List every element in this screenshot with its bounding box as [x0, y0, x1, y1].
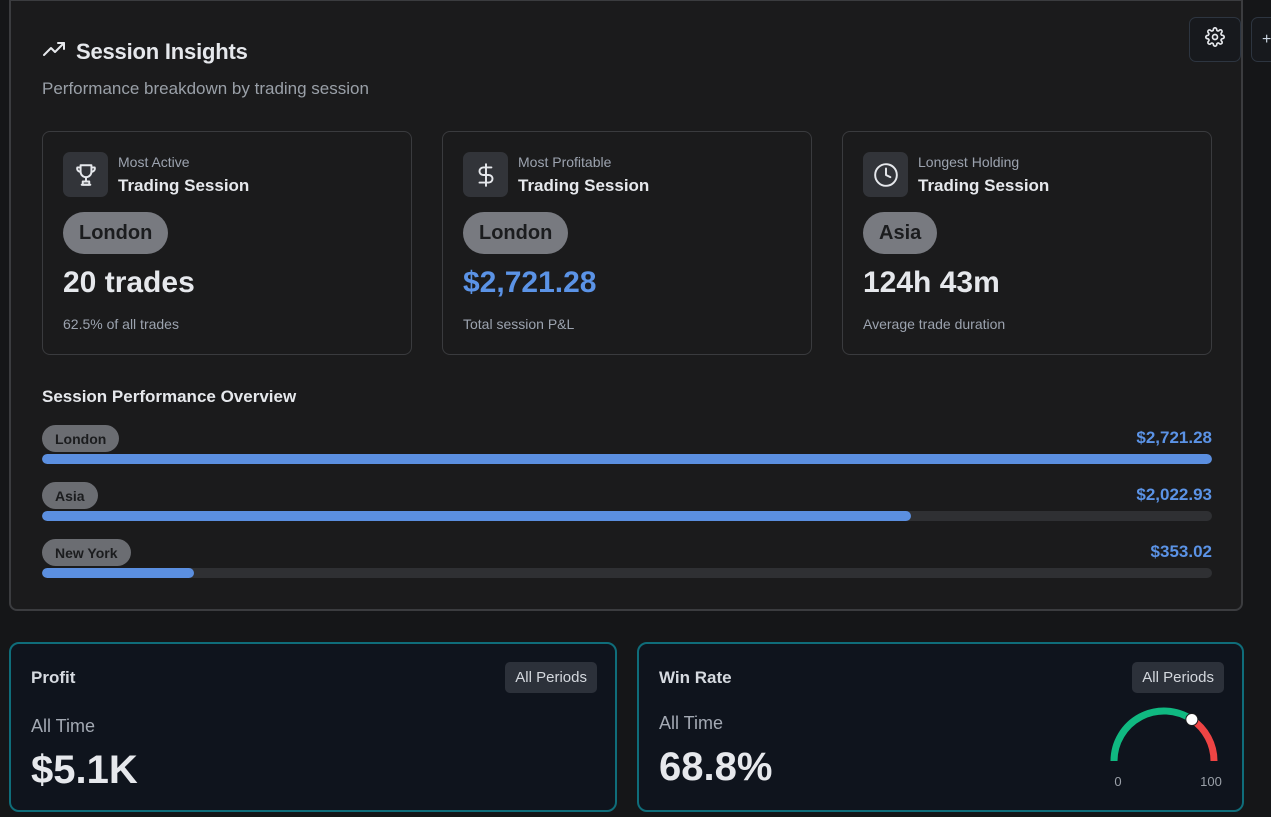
page-subtitle: Performance breakdown by trading session	[42, 79, 369, 98]
session-bar-track	[42, 454, 1212, 464]
profit-card: Profit All Periods All Time $5.1K	[9, 642, 617, 812]
session-badge: London	[63, 212, 169, 254]
clock-icon	[863, 152, 908, 197]
card-note: Average trade duration	[863, 316, 1006, 332]
trade-count-value: 20 trades	[63, 266, 195, 299]
gauge-min-label: 0	[1114, 774, 1121, 789]
longest-holding-card: Longest Holding Trading Session Asia 124…	[842, 131, 1212, 355]
panel-header: Session Insights	[42, 37, 248, 66]
card-kicker: Longest Holding	[918, 154, 1020, 170]
gear-icon	[1205, 27, 1225, 52]
session-bar-fill	[42, 454, 1212, 464]
gauge-win-arc	[1110, 707, 1194, 762]
card-kicker: Most Profitable	[518, 154, 612, 170]
session-pnl-value: $2,721.28	[463, 266, 597, 299]
page-title: Session Insights	[76, 38, 248, 64]
overview-title: Session Performance Overview	[42, 387, 297, 406]
session-label: London	[42, 425, 120, 452]
card-note: 62.5% of all trades	[63, 316, 179, 332]
session-amount: $353.02	[1150, 542, 1212, 561]
session-amount: $2,022.93	[1136, 485, 1212, 504]
trophy-icon	[63, 152, 108, 197]
session-bar-row: London $2,721.28	[42, 425, 1212, 475]
card-heading: Trading Session	[918, 176, 1050, 195]
settings-button[interactable]	[1189, 17, 1241, 62]
card-note: Total session P&L	[463, 316, 575, 332]
duration-value: 124h 43m	[863, 266, 1000, 299]
session-bar-track	[42, 511, 1212, 521]
session-bar-row: Asia $2,022.93	[42, 482, 1212, 532]
most-active-card: Most Active Trading Session London 20 tr…	[42, 131, 412, 355]
session-bar-fill	[42, 511, 912, 521]
gauge-marker	[1185, 712, 1199, 726]
gauge-max-label: 100	[1200, 774, 1222, 789]
session-bar-fill	[42, 568, 195, 578]
card-kicker: Most Active	[118, 154, 190, 170]
session-insights-panel: Session Insights Performance breakdown b…	[9, 0, 1243, 611]
session-badge: Asia	[863, 212, 938, 254]
session-label: Asia	[42, 482, 98, 509]
period-filter-button[interactable]: All Periods	[505, 662, 597, 693]
session-label: New York	[42, 539, 131, 566]
plus-icon: +	[1262, 30, 1271, 48]
gauge-loss-arc	[1189, 716, 1218, 762]
win-rate-title: Win Rate	[659, 668, 732, 687]
win-rate-value: 68.8%	[659, 745, 773, 789]
profit-title: Profit	[31, 668, 76, 687]
session-badge: London	[463, 212, 569, 254]
partial-edge-button[interactable]: +	[1251, 17, 1271, 62]
session-bar-row: New York $353.02	[42, 539, 1212, 589]
dollar-icon	[463, 152, 508, 197]
card-heading: Trading Session	[518, 176, 650, 195]
session-amount: $2,721.28	[1136, 428, 1212, 447]
session-bar-track	[42, 568, 1212, 578]
profit-value: $5.1K	[31, 748, 138, 792]
win-rate-card: Win Rate All Periods All Time 68.8% 0 10…	[637, 642, 1244, 812]
win-rate-gauge: 0 100	[1110, 707, 1222, 789]
win-rate-period: All Time	[659, 713, 724, 733]
trending-up-icon	[42, 37, 66, 66]
period-filter-button[interactable]: All Periods	[1132, 662, 1224, 693]
most-profitable-card: Most Profitable Trading Session London $…	[442, 131, 812, 355]
profit-period: All Time	[31, 716, 96, 736]
card-heading: Trading Session	[118, 176, 250, 195]
